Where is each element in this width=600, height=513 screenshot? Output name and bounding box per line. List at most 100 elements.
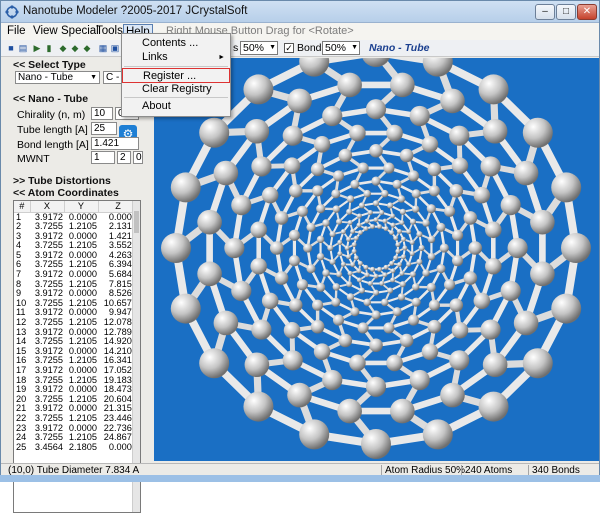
col-y[interactable]: Y	[64, 201, 98, 212]
atom	[341, 229, 346, 234]
open-icon[interactable]: ▤	[17, 42, 29, 54]
mwnt-input-2[interactable]: 2	[117, 151, 131, 164]
atom	[359, 202, 365, 208]
atom	[452, 322, 469, 339]
atom	[427, 283, 436, 292]
atom	[399, 271, 404, 276]
mwnt-label: MWNT	[17, 153, 50, 165]
atom	[416, 259, 422, 265]
atom	[161, 233, 191, 263]
atom	[373, 290, 379, 296]
col-index[interactable]: #	[14, 201, 30, 212]
close-button[interactable]: ✕	[577, 4, 597, 20]
atom	[410, 106, 430, 126]
atom	[371, 310, 380, 319]
atoms-size-select[interactable]: 50%▼	[240, 41, 278, 55]
atom	[350, 307, 359, 316]
atom	[299, 419, 329, 449]
menu-view[interactable]: View	[31, 24, 60, 39]
grid-icon[interactable]: ▦	[97, 42, 109, 54]
atom	[337, 240, 342, 245]
nano-tube-header[interactable]: << Nano - Tube	[13, 93, 88, 105]
atom	[383, 163, 394, 174]
atom	[479, 74, 509, 104]
atom	[377, 267, 382, 272]
atom	[339, 334, 353, 348]
col-x[interactable]: X	[30, 201, 64, 212]
bond-length-input[interactable]: 1.421	[91, 137, 139, 150]
maximize-button[interactable]: □	[556, 4, 576, 20]
minimize-button[interactable]: –	[535, 4, 555, 20]
mwnt-input-1[interactable]: 1	[91, 151, 115, 164]
atom	[370, 224, 375, 229]
atom	[284, 157, 301, 174]
atom	[408, 315, 419, 326]
atom	[289, 230, 300, 241]
atom	[331, 189, 340, 198]
atom	[408, 170, 419, 181]
atom	[389, 261, 394, 266]
scroll-thumb[interactable]	[134, 211, 139, 233]
atom	[197, 210, 222, 235]
atom	[330, 231, 336, 237]
atom	[306, 223, 315, 232]
atom	[316, 204, 325, 213]
bonds-checkbox[interactable]: ✓	[284, 43, 294, 53]
atom	[250, 258, 267, 275]
table-row[interactable]: 253.45642.18050.0000	[14, 443, 138, 453]
atom	[400, 334, 414, 348]
atom	[379, 281, 384, 286]
select-type-header[interactable]: << Select Type	[13, 59, 86, 71]
atom	[390, 223, 395, 228]
step-icon[interactable]: ▮	[43, 42, 55, 54]
atom	[337, 73, 362, 98]
atom	[401, 254, 406, 259]
type-select[interactable]: Nano - Tube▼	[15, 71, 100, 84]
mwnt-input-3[interactable]: 0	[133, 151, 143, 164]
nanotube-3d-view[interactable]	[154, 58, 599, 461]
tube-length-input[interactable]: 25	[91, 122, 117, 135]
rotate-left-icon[interactable]: ◆	[57, 42, 69, 54]
atom	[369, 338, 383, 352]
atom	[390, 268, 395, 273]
rotate-right-icon[interactable]: ◆	[69, 42, 81, 54]
app-window: Nanotube Modeler ?2005-2017 JCrystalSoft…	[0, 0, 600, 482]
chirality-n-input[interactable]: 10	[91, 107, 113, 120]
atom	[346, 237, 351, 242]
menu-contents[interactable]: Contents ...	[122, 36, 230, 51]
bonds-size-select[interactable]: 50%▼	[322, 41, 360, 55]
window-title: Nanotube Modeler ?2005-2017 JCrystalSoft	[23, 5, 247, 17]
atom	[449, 350, 469, 370]
atom	[171, 294, 201, 324]
menu-links[interactable]: Links►	[122, 50, 230, 65]
atom	[390, 73, 415, 98]
zoom-icon[interactable]: ▣	[109, 42, 121, 54]
atom	[422, 269, 429, 276]
atom	[283, 350, 303, 370]
menu-about[interactable]: About	[122, 99, 230, 114]
atom	[347, 293, 354, 300]
atom	[317, 253, 324, 260]
atom	[331, 298, 340, 307]
save-icon[interactable]: ■	[5, 42, 17, 54]
atom	[379, 210, 384, 215]
rotate-up-icon[interactable]: ◆	[81, 42, 93, 54]
atom	[357, 213, 362, 218]
atom	[412, 189, 421, 198]
atom	[464, 211, 478, 225]
atom	[370, 267, 375, 272]
atom	[452, 255, 463, 266]
atom	[311, 163, 325, 177]
menu-register[interactable]: Register ...	[122, 68, 230, 83]
menu-separator	[124, 66, 228, 67]
help-menu-dropdown: Contents ... Links► Register ... Clear R…	[121, 33, 231, 117]
menu-clear-registry[interactable]: Clear Registry	[122, 82, 230, 97]
atom	[316, 283, 325, 292]
atom-coordinates-header[interactable]: << Atom Coordinates	[13, 187, 119, 199]
tube-distortions-header[interactable]: >> Tube Distortions	[13, 175, 111, 187]
atom	[262, 293, 279, 310]
menu-separator	[124, 97, 228, 98]
atom	[312, 185, 323, 196]
play-icon[interactable]: ▶	[31, 42, 43, 54]
menu-file[interactable]: File	[5, 24, 28, 39]
